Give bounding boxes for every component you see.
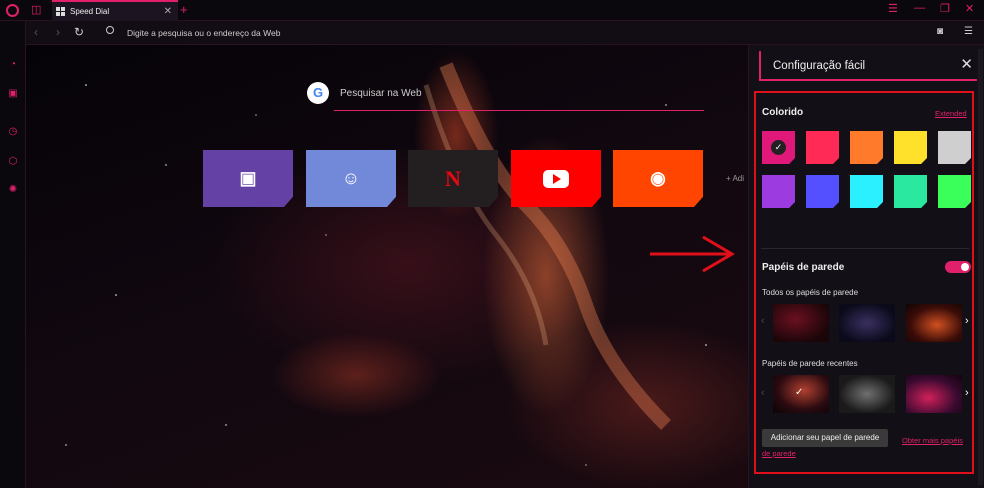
cube-icon[interactable]: ⬡	[7, 156, 19, 168]
new-tab-button[interactable]: +	[180, 2, 188, 17]
section-divider	[761, 248, 969, 249]
forward-button[interactable]: ›	[56, 25, 60, 39]
speed-dial-netflix[interactable]: N	[408, 150, 498, 207]
recent-wallpapers-title: Papéis de parede recentes	[762, 359, 858, 368]
wallpaper-thumbnail-selected[interactable]: ✓	[773, 375, 829, 413]
annotation-arrow-icon	[650, 235, 735, 273]
wallpaper-thumbnail[interactable]	[839, 375, 895, 413]
wallpapers-toggle[interactable]	[945, 261, 971, 273]
panel-scrollbar[interactable]	[978, 49, 983, 485]
speed-dial-reddit[interactable]: ◉	[613, 150, 703, 207]
gamepad-icon[interactable]: ◫	[31, 4, 45, 16]
tab-speed-dial[interactable]: Speed Dial ✕	[52, 0, 178, 21]
wallpaper-thumbnail[interactable]	[906, 304, 962, 342]
web-search-input[interactable]: Pesquisar na Web	[334, 85, 704, 111]
gear-icon[interactable]: ✺	[7, 184, 19, 196]
reload-button[interactable]: ↻	[74, 25, 84, 39]
search-icon	[106, 26, 114, 34]
wallpaper-stars	[65, 62, 707, 466]
more-wallpapers-link[interactable]: Obter mais papéis de parede	[762, 434, 972, 460]
menu-icon[interactable]: ☰	[888, 2, 898, 15]
extended-link[interactable]: Extended	[935, 109, 967, 118]
chevron-left-icon[interactable]: ‹	[761, 315, 765, 327]
all-wallpapers-title: Todos os papéis de parede	[762, 288, 859, 297]
address-bar: ‹ › ↻ Digite a pesquisa ou o endereço da…	[26, 21, 984, 45]
color-swatch[interactable]	[850, 131, 883, 164]
google-logo-icon[interactable]: G	[307, 82, 329, 104]
close-icon[interactable]: ✕	[960, 55, 973, 73]
color-swatch[interactable]	[762, 175, 795, 208]
sliders-icon[interactable]: ☰	[964, 26, 973, 37]
speedometer-icon[interactable]: ◔	[7, 59, 19, 71]
add-site-button[interactable]: + Adi	[726, 174, 744, 183]
discord-icon: ☺	[341, 168, 361, 188]
speed-dial-discord[interactable]: ☺	[306, 150, 396, 207]
tab-close-icon[interactable]: ✕	[164, 6, 172, 17]
maximize-button[interactable]: ❐	[940, 2, 950, 15]
clock-icon[interactable]: ◷	[7, 126, 19, 138]
twitch-icon: ▣	[239, 168, 257, 188]
netflix-icon: N	[445, 165, 461, 191]
color-swatch[interactable]	[938, 175, 971, 208]
color-swatch[interactable]	[850, 175, 883, 208]
speed-dial-youtube[interactable]	[511, 150, 601, 207]
color-swatch[interactable]	[894, 175, 927, 208]
tab-title: Speed Dial	[70, 7, 110, 16]
back-button[interactable]: ‹	[34, 25, 38, 39]
wallpaper-thumbnail[interactable]	[773, 304, 829, 342]
wallpapers-section-title: Papéis de parede	[762, 262, 845, 273]
reddit-icon: ◉	[650, 168, 666, 188]
check-icon: ✓	[795, 387, 804, 398]
panel-header: Configuração fácil ✕	[759, 51, 977, 81]
minimize-button[interactable]: —	[914, 2, 925, 14]
color-swatch[interactable]	[806, 131, 839, 164]
opera-logo-icon[interactable]	[6, 4, 19, 17]
wallpaper-thumbnail[interactable]	[839, 304, 895, 342]
color-swatch[interactable]: ✓	[762, 131, 795, 164]
color-swatch[interactable]	[938, 131, 971, 164]
colors-section-title: Colorido	[762, 107, 804, 118]
chevron-right-icon[interactable]: ›	[965, 315, 969, 327]
color-swatch[interactable]	[806, 175, 839, 208]
speed-dial-twitch[interactable]: ▣	[203, 150, 293, 207]
color-swatch[interactable]	[894, 131, 927, 164]
url-input[interactable]: Digite a pesquisa ou o endereço da Web	[127, 28, 280, 38]
panel-title: Configuração fácil	[773, 60, 866, 72]
close-window-button[interactable]: ✕	[965, 2, 974, 15]
check-icon: ✓	[771, 140, 786, 155]
twitch-icon[interactable]: ▣	[7, 88, 19, 100]
speed-dial-icon	[56, 7, 65, 16]
chevron-left-icon[interactable]: ‹	[761, 387, 765, 399]
youtube-icon	[543, 169, 569, 188]
easy-setup-panel: Configuração fácil ✕ Colorido Extended ✓…	[748, 45, 984, 488]
title-bar: ◫ Speed Dial ✕ + ☰ — ❐ ✕	[0, 0, 984, 21]
sidebar: ◔ ▣ ◷ ⬡ ✺	[0, 21, 26, 488]
camera-icon[interactable]: ◙	[937, 26, 943, 37]
opera-gx-window: ◫ Speed Dial ✕ + ☰ — ❐ ✕ ‹ › ↻ Digite a …	[0, 0, 984, 488]
chevron-right-icon[interactable]: ›	[965, 387, 969, 399]
wallpaper-thumbnail[interactable]	[906, 375, 962, 413]
speed-dial-page: G Pesquisar na Web ▣ ☺ N ◉ + Adi	[26, 45, 748, 488]
